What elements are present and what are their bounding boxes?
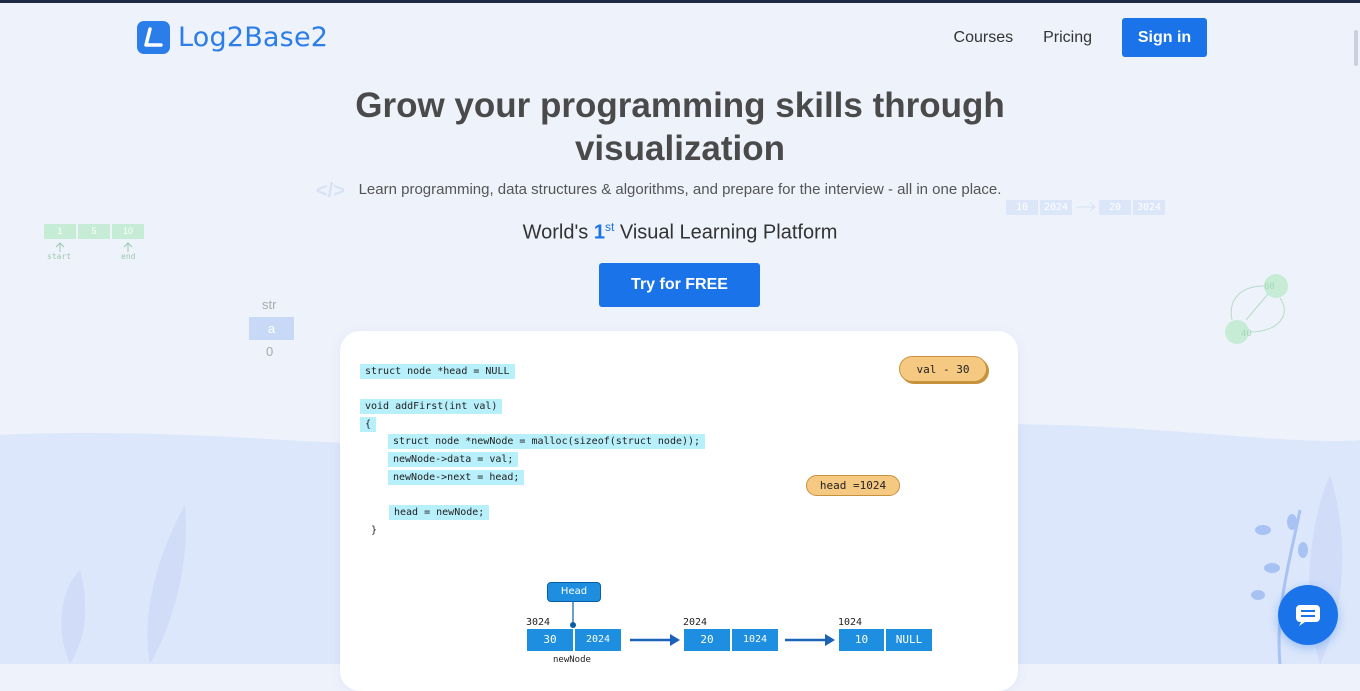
deco-ll-cell: 20 [1099,200,1131,215]
hero-title: Grow your programming skills through vis… [355,86,1005,168]
deco-str-index: 0 [266,344,274,359]
nav-courses[interactable]: Courses [954,29,1014,47]
tagline-ordinal: st [604,220,615,234]
top-border [0,0,1360,3]
node-arrow [785,634,835,646]
sign-in-button[interactable]: Sign in [1122,18,1207,57]
node-address: 1024 [838,617,863,628]
deco-array-cell: 5 [78,224,110,239]
try-free-button[interactable]: Try for FREE [599,263,760,307]
code-line: newNode->data = val; [388,452,519,467]
chat-icon [1296,605,1320,626]
logo-icon [137,21,170,54]
node-next: 2024 [575,629,621,651]
nav-pricing[interactable]: Pricing [1043,29,1092,47]
code-line: void addFirst(int val) [360,399,503,414]
head-label: Head [547,582,601,602]
deco-graph-node: 40 [1241,329,1252,339]
code-line: newNode->next = head; [388,470,525,485]
node-data: 30 [527,629,573,651]
deco-str-char: a [249,317,294,340]
deco-graph-node: 60 [1264,282,1275,292]
deco-ll-arrow [1076,202,1096,212]
code-line: struct node *newNode = malloc(sizeof(str… [388,434,706,449]
main-nav: Courses Pricing Sign in [954,18,1207,57]
code-line: head = newNode; [389,505,490,520]
deco-array-cell: 1 [44,224,76,239]
deco-str-label: str [262,297,277,312]
code-line: struct node *head = NULL [360,364,515,379]
deco-array-end: end [121,252,136,261]
deco-array-start: start [47,252,72,261]
tagline-suffix: Visual Learning Platform [614,221,838,244]
node-address: 2024 [683,617,708,628]
val-pill: val - 30 [899,356,987,382]
deco-ll-cell: 2024 [1040,200,1072,215]
node-address: 3024 [526,617,551,628]
head-pointer [570,601,576,628]
tagline-number: 1 [593,221,605,244]
tagline-prefix: World's [522,221,594,244]
deco-graph: 60 40 [1225,274,1288,344]
code-line: } [371,525,378,536]
code-line: { [360,417,377,432]
node-data: 20 [684,629,730,651]
deco-array-cell: 10 [112,224,144,239]
hero-subtitle: Learn programming, data structures & alg… [358,181,1002,198]
head-pill: head =1024 [806,475,900,496]
deco-ll-cell: 3024 [1133,200,1165,215]
deco-ll-cell: 10 [1006,200,1038,215]
node-data: 10 [839,629,884,651]
logo[interactable]: Log2Base2 [137,21,328,54]
visualization-card: struct node *head = NULL void addFirst(i… [340,331,1018,691]
node-arrow [630,634,680,646]
logo-text: Log2Base2 [178,22,329,53]
chat-button[interactable] [1278,585,1338,645]
node-next: 1024 [732,629,778,651]
node-next: NULL [886,629,932,651]
hero-tagline: World's 1st Visual Learning Platform [430,220,930,245]
scrollbar[interactable] [1354,30,1358,66]
